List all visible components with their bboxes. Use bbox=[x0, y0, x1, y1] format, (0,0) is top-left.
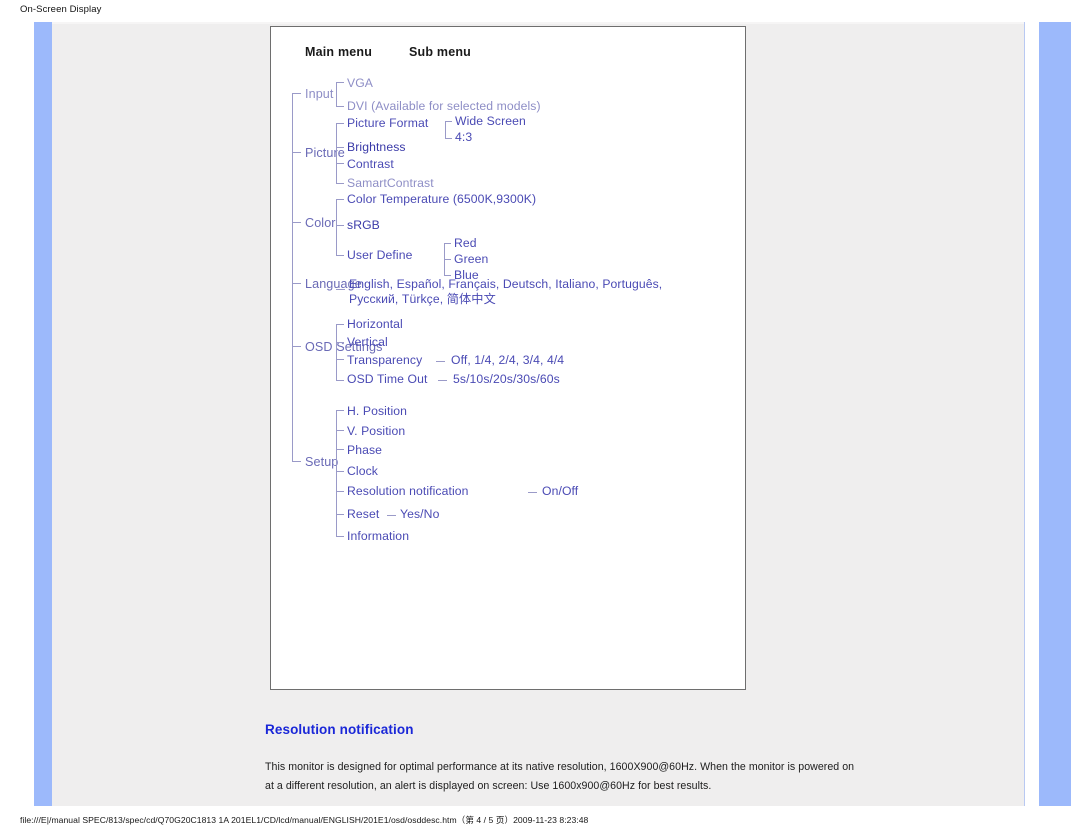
submenu-item-dvi[interactable]: DVI (Available for selected models) bbox=[347, 99, 541, 113]
right-blue-bar bbox=[1039, 22, 1071, 806]
submenu-item-vga[interactable]: VGA bbox=[347, 76, 373, 90]
setup-connector-clock bbox=[336, 471, 344, 472]
submenu-item-user-define[interactable]: User Define bbox=[347, 248, 412, 262]
setup-connector-resolution-notification bbox=[336, 491, 344, 492]
submenu-item-v-position[interactable]: V. Position bbox=[347, 424, 405, 438]
submenu-item-phase[interactable]: Phase bbox=[347, 443, 382, 457]
submenu-item-horizontal[interactable]: Horizontal bbox=[347, 317, 403, 331]
menu-item-picture[interactable]: Picture bbox=[305, 146, 345, 160]
picture-format-connector-43 bbox=[445, 138, 452, 139]
input-connector-vga bbox=[336, 82, 344, 83]
osd-settings-subtree-spine bbox=[336, 324, 337, 380]
language-connector bbox=[336, 289, 345, 290]
user-define-connector-green bbox=[444, 259, 451, 260]
menu-item-color[interactable]: Color bbox=[305, 216, 336, 230]
picture-format-subtree-spine bbox=[445, 121, 446, 138]
submenu-item-vertical[interactable]: Vertical bbox=[347, 335, 388, 349]
menu-item-input[interactable]: Input bbox=[305, 87, 334, 101]
branch-stub-language bbox=[292, 283, 301, 284]
osd-menu-diagram: Main menu Sub menu Input Picture Color L… bbox=[270, 26, 746, 690]
branch-stub-setup bbox=[292, 461, 301, 462]
reset-values-connector bbox=[387, 515, 396, 516]
reset-values: Yes/No bbox=[400, 507, 440, 521]
osd-time-out-values-connector bbox=[438, 380, 447, 381]
setup-subtree-spine bbox=[336, 410, 337, 536]
submenu-item-4-3[interactable]: 4:3 bbox=[455, 130, 472, 144]
submenu-item-reset[interactable]: Reset bbox=[347, 507, 379, 521]
setup-connector-information bbox=[336, 536, 344, 537]
resolution-notification-heading: Resolution notification bbox=[265, 722, 414, 737]
branch-stub-osd-settings bbox=[292, 346, 301, 347]
osd-connector-timeout bbox=[336, 380, 344, 381]
main-tree-spine bbox=[292, 93, 293, 462]
page-title: On-Screen Display bbox=[20, 4, 102, 15]
osd-connector-transparency bbox=[336, 359, 344, 360]
setup-connector-phase bbox=[336, 449, 344, 450]
submenu-item-wide-screen[interactable]: Wide Screen bbox=[455, 114, 526, 128]
branch-stub-picture bbox=[292, 152, 301, 153]
submenu-item-contrast[interactable]: Contrast bbox=[347, 157, 394, 171]
setup-connector-v-position bbox=[336, 430, 344, 431]
osd-connector-horizontal bbox=[336, 324, 344, 325]
resolution-notification-body: This monitor is designed for optimal per… bbox=[265, 761, 855, 792]
right-divider-rule bbox=[1024, 22, 1025, 806]
osd-connector-vertical bbox=[336, 342, 344, 343]
submenu-item-language-list[interactable]: English, Español, Français, Deutsch, Ita… bbox=[349, 277, 679, 307]
submenu-item-green[interactable]: Green bbox=[454, 252, 488, 266]
submenu-item-clock[interactable]: Clock bbox=[347, 464, 378, 478]
user-define-connector-red bbox=[444, 243, 451, 244]
submenu-item-color-temperature[interactable]: Color Temperature (6500K,9300K) bbox=[347, 192, 536, 206]
input-connector-dvi bbox=[336, 106, 344, 107]
submenu-item-osd-time-out[interactable]: OSD Time Out bbox=[347, 372, 427, 386]
resolution-notification-values-connector bbox=[528, 492, 537, 493]
footer-path: file:///E|/manual SPEC/813/spec/cd/Q70G2… bbox=[20, 815, 589, 825]
color-connector-srgb bbox=[336, 225, 344, 226]
resolution-notification-values: On/Off bbox=[542, 484, 579, 498]
submenu-item-brightness[interactable]: Brightness bbox=[347, 140, 406, 154]
submenu-item-resolution-notification[interactable]: Resolution notification bbox=[347, 484, 469, 498]
setup-connector-reset bbox=[336, 514, 344, 515]
transparency-values-connector bbox=[436, 361, 445, 362]
color-subtree-spine bbox=[336, 199, 337, 255]
submenu-item-srgb[interactable]: sRGB bbox=[347, 218, 380, 232]
submenu-item-h-position[interactable]: H. Position bbox=[347, 404, 407, 418]
column-header-sub-menu: Sub menu bbox=[409, 45, 472, 59]
osd-time-out-values: 5s/10s/20s/30s/60s bbox=[453, 372, 560, 386]
submenu-item-information[interactable]: Information bbox=[347, 529, 409, 543]
picture-connector-samartcontrast bbox=[336, 183, 344, 184]
user-define-connector-blue bbox=[444, 275, 451, 276]
menu-item-setup[interactable]: Setup bbox=[305, 455, 338, 469]
submenu-item-red[interactable]: Red bbox=[454, 236, 477, 250]
color-connector-temperature bbox=[336, 199, 344, 200]
panel-top-highlight bbox=[52, 22, 1025, 24]
branch-stub-color bbox=[292, 222, 301, 223]
setup-connector-h-position bbox=[336, 410, 344, 411]
picture-connector-contrast bbox=[336, 163, 344, 164]
branch-stub-input bbox=[292, 93, 301, 94]
picture-connector-brightness bbox=[336, 147, 344, 148]
picture-connector-format bbox=[336, 123, 344, 124]
submenu-item-transparency[interactable]: Transparency bbox=[347, 353, 422, 367]
color-connector-user-define bbox=[336, 255, 344, 256]
transparency-values: Off, 1/4, 2/4, 3/4, 4/4 bbox=[451, 353, 565, 367]
left-blue-bar bbox=[34, 22, 52, 806]
submenu-item-samartcontrast[interactable]: SamartContrast bbox=[347, 176, 434, 190]
picture-format-connector-widescreen bbox=[445, 121, 452, 122]
column-header-main-menu: Main menu bbox=[305, 45, 373, 59]
input-subtree-spine bbox=[336, 82, 337, 106]
submenu-item-picture-format[interactable]: Picture Format bbox=[347, 116, 428, 130]
picture-subtree-spine bbox=[336, 123, 337, 183]
